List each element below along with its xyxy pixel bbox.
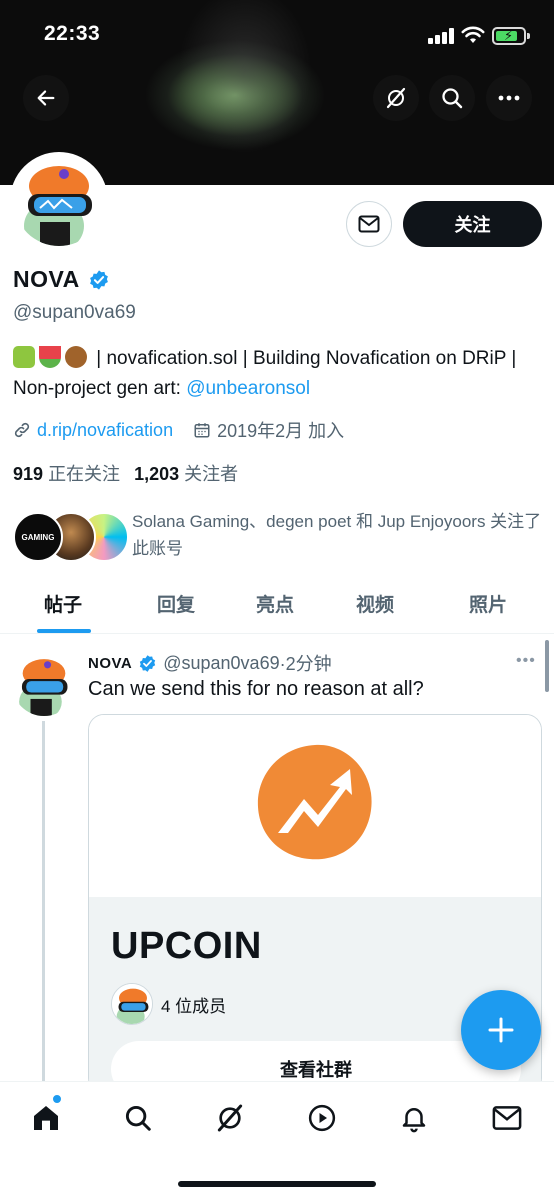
scrollbar[interactable]	[545, 640, 549, 692]
more-icon	[498, 95, 520, 101]
status-bar: 22:33 ⚡	[0, 0, 554, 70]
nav-notifications[interactable]	[396, 1100, 432, 1136]
community-title: UPCOIN	[111, 925, 262, 967]
battery-icon: ⚡	[492, 27, 530, 45]
wifi-icon	[461, 26, 485, 43]
nav-explore[interactable]	[120, 1100, 156, 1136]
follow-stats: 919 正在关注 1,203 关注者	[13, 460, 238, 486]
compose-button[interactable]	[461, 990, 541, 1070]
profile-avatar[interactable]	[10, 152, 108, 250]
nav-spaces[interactable]	[304, 1100, 340, 1136]
compose-icon	[488, 1017, 514, 1043]
spaces-icon	[308, 1104, 336, 1132]
signal-icon	[428, 28, 454, 44]
followers-stat[interactable]: 1,203 关注者	[134, 460, 238, 486]
profile-tabs: 帖子 回复 亮点 视频 照片	[0, 580, 554, 634]
message-button[interactable]	[346, 201, 392, 247]
status-time: 22:33	[44, 22, 101, 45]
nav-grok[interactable]	[212, 1100, 248, 1136]
verified-badge-icon	[140, 654, 156, 672]
joined-date: 2019年2月 加入	[217, 421, 345, 441]
followers-count: 1,203	[134, 464, 180, 484]
following-label: 正在关注	[48, 464, 121, 484]
grok-icon	[386, 87, 406, 109]
following-stat[interactable]: 919 正在关注	[13, 460, 120, 486]
thread-line	[42, 721, 45, 1081]
tweet-author-name[interactable]: NOVA	[88, 655, 132, 672]
more-button[interactable]	[486, 75, 532, 121]
following-count: 919	[13, 464, 44, 484]
follow-button[interactable]: 关注	[403, 201, 542, 247]
nav-messages[interactable]	[489, 1100, 525, 1136]
member-avatar	[111, 983, 153, 1025]
active-tab-indicator	[37, 629, 91, 633]
tab-replies[interactable]: 回复	[157, 590, 195, 617]
tab-videos[interactable]: 视频	[356, 590, 394, 617]
grok-icon	[217, 1104, 243, 1132]
gaming-badge-text: GAMING	[21, 532, 55, 542]
messages-icon	[492, 1106, 522, 1130]
member-count: 4 位成员	[161, 996, 227, 1016]
website-link[interactable]: d.rip/novafication	[37, 420, 173, 441]
back-arrow-icon	[37, 90, 55, 106]
avatar-image	[14, 156, 104, 246]
profile-meta: d.rip/novafication 2019年2月 加入	[13, 417, 364, 443]
followers-label: 关注者	[184, 464, 239, 484]
bear-emoji-icon	[65, 346, 87, 368]
link-icon	[14, 422, 30, 438]
profile-name: NOVA	[13, 266, 110, 293]
mail-icon	[358, 215, 380, 233]
website-item[interactable]: d.rip/novafication	[13, 420, 173, 441]
nav-home[interactable]	[28, 1100, 64, 1136]
tweet-text: Can we send this for no reason at all?	[88, 678, 424, 700]
tweet-avatar-image	[12, 652, 76, 716]
home-icon	[34, 1106, 58, 1130]
followed-by-text: Solana Gaming、degen poet 和 Jup Enjoyoors…	[132, 512, 542, 558]
profile-bio: | novafication.sol | Building Novaficati…	[13, 344, 543, 404]
dragon-emoji-icon	[13, 346, 35, 368]
tweet-time: ·2分钟	[279, 654, 332, 674]
back-button[interactable]	[23, 75, 69, 121]
home-notification-dot	[52, 1094, 62, 1104]
profile-handle: @supan0va69	[13, 302, 136, 323]
watermelon-emoji-icon	[39, 346, 61, 368]
community-members: 4 位成员	[111, 983, 226, 1025]
tweet-avatar[interactable]	[12, 652, 76, 716]
tweet-author-handle[interactable]: @supan0va69	[163, 653, 279, 674]
tab-posts[interactable]: 帖子	[44, 590, 82, 617]
joined-item: 2019年2月 加入	[193, 417, 344, 443]
followed-by-row[interactable]: GAMING Solana Gaming、degen poet 和 Jup En…	[13, 508, 543, 568]
explore-icon	[125, 1105, 151, 1131]
grok-button[interactable]	[373, 75, 419, 121]
tweet-more-icon[interactable]: •••	[516, 652, 536, 670]
search-button[interactable]	[429, 75, 475, 121]
upcoin-logo-icon	[257, 744, 372, 860]
tweet-header: NOVA @supan0va69·2分钟	[88, 650, 332, 676]
tab-photos[interactable]: 照片	[469, 590, 507, 617]
profile-name-text: NOVA	[13, 266, 80, 292]
verified-badge-icon[interactable]	[88, 269, 110, 291]
home-indicator[interactable]	[178, 1181, 376, 1187]
bio-mention-link[interactable]: @unbearonsol	[186, 378, 310, 399]
calendar-icon	[194, 423, 210, 438]
follower-avatar-gaming: GAMING	[13, 512, 63, 562]
notifications-icon	[402, 1108, 426, 1133]
community-card-image	[89, 715, 541, 897]
search-icon	[442, 88, 463, 109]
tab-highlights[interactable]: 亮点	[256, 590, 294, 617]
